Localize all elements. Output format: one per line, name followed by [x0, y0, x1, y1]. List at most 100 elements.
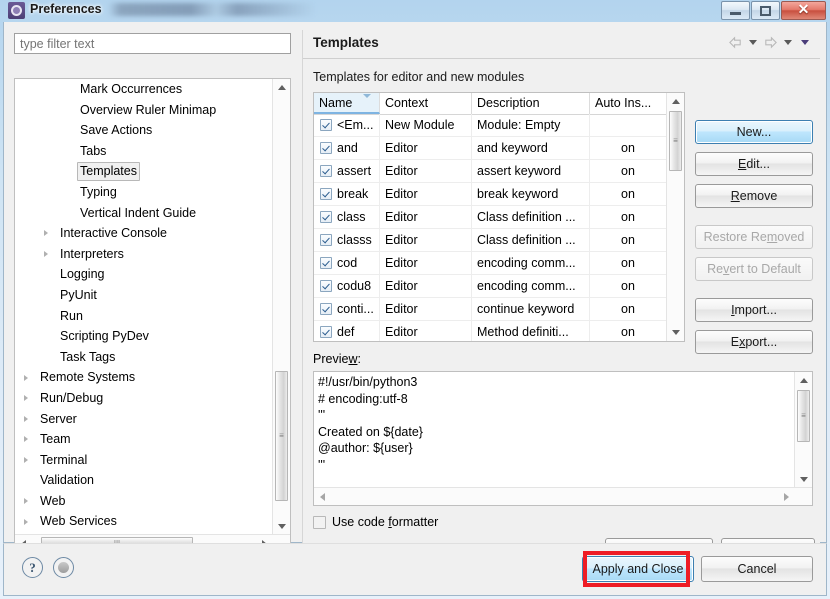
tree-item-templates[interactable]: Templates — [15, 161, 273, 182]
preview-scroll-up-button[interactable] — [795, 372, 812, 389]
cell-text: Editor — [385, 141, 418, 155]
tree-item-label: Remote Systems — [40, 370, 136, 385]
table-vertical-scroll-thumb[interactable]: ≡ — [669, 111, 682, 171]
expand-arrow-icon[interactable] — [19, 367, 33, 388]
row-checkbox[interactable] — [320, 280, 332, 292]
row-checkbox[interactable] — [320, 188, 332, 200]
help-icon[interactable]: ? — [22, 557, 43, 578]
tree-item-web[interactable]: Web — [15, 491, 273, 512]
row-checkbox[interactable] — [320, 303, 332, 315]
tree-item-interactive-console[interactable]: Interactive Console — [15, 223, 273, 244]
tree-item-team[interactable]: Team — [15, 429, 273, 450]
use-code-formatter-checkbox[interactable]: Use code formatter — [313, 515, 438, 529]
minimize-button[interactable] — [721, 1, 750, 20]
tree-item-save-actions[interactable]: Save Actions — [15, 120, 273, 141]
forward-arrow-icon[interactable] — [763, 35, 778, 50]
table-row[interactable]: codu8 Editor encoding comm... on — [314, 275, 667, 298]
forward-dropdown-icon[interactable] — [784, 40, 792, 45]
new-button[interactable]: New... — [695, 120, 813, 144]
table-row[interactable]: class Editor Class definition ... on — [314, 206, 667, 229]
table-scroll-up-button[interactable] — [667, 93, 684, 110]
import-button[interactable]: Import... — [695, 298, 813, 322]
row-checkbox[interactable] — [320, 234, 332, 246]
table-header-description[interactable]: Description — [472, 93, 590, 114]
preview-scroll-left-button[interactable] — [314, 488, 331, 505]
table-row[interactable]: conti... Editor continue keyword on — [314, 298, 667, 321]
expand-arrow-icon[interactable] — [19, 511, 33, 532]
row-checkbox[interactable] — [320, 119, 332, 131]
preview-vertical-scroll-thumb[interactable]: ≡ — [797, 390, 810, 442]
table-header-auto-ins-[interactable]: Auto Ins... — [590, 93, 667, 114]
table-row[interactable]: def Editor Method definiti... on — [314, 321, 667, 341]
tree-item-mark-occurrences[interactable]: Mark Occurrences — [15, 79, 273, 100]
preview-scroll-right-button[interactable] — [778, 488, 795, 505]
checkbox-icon[interactable] — [313, 515, 326, 529]
row-checkbox[interactable] — [320, 165, 332, 177]
tree-item-server[interactable]: Server — [15, 409, 273, 430]
tree-vertical-scroll-thumb[interactable]: ≡ — [275, 371, 288, 501]
table-row[interactable]: <Em... New Module Module: Empty — [314, 114, 667, 137]
tree-item-scripting-pydev[interactable]: Scripting PyDev — [15, 326, 273, 347]
table-row[interactable]: cod Editor encoding comm... on — [314, 252, 667, 275]
templates-table[interactable]: Name Context Description Auto Ins... <Em...… — [313, 92, 685, 342]
table-row[interactable]: break Editor break keyword on — [314, 183, 667, 206]
tree-item-pyunit[interactable]: PyUnit — [15, 285, 273, 306]
expand-arrow-icon[interactable] — [19, 429, 33, 450]
tree-item-terminal[interactable]: Terminal — [15, 450, 273, 471]
status-dot-icon[interactable] — [53, 557, 74, 578]
tree-scroll-up-button[interactable] — [273, 79, 290, 96]
table-cell-auto: on — [590, 137, 667, 159]
row-checkbox[interactable] — [320, 326, 332, 338]
search-input[interactable] — [14, 33, 291, 54]
restore-button[interactable] — [751, 1, 780, 20]
row-checkbox[interactable] — [320, 211, 332, 223]
tree-item-task-tags[interactable]: Task Tags — [15, 347, 273, 368]
tree-item-vertical-indent-guide[interactable]: Vertical Indent Guide — [15, 203, 273, 224]
tree-vertical-scrollbar[interactable]: ≡ — [272, 79, 290, 535]
table-header-context[interactable]: Context — [380, 93, 472, 114]
expand-arrow-icon[interactable] — [39, 223, 53, 244]
button-label: Edit... — [738, 157, 770, 171]
view-menu-icon[interactable] — [801, 40, 809, 45]
tree-scroll-down-button[interactable] — [273, 518, 290, 535]
tree-item-tabs[interactable]: Tabs — [15, 141, 273, 162]
tree-item-validation[interactable]: Validation — [15, 470, 273, 491]
tree-item-typing[interactable]: Typing — [15, 182, 273, 203]
preview-scroll-down-button[interactable] — [795, 471, 812, 488]
close-button[interactable]: ✕ — [781, 1, 826, 20]
table-header-label: Auto Ins... — [595, 96, 652, 110]
back-arrow-icon[interactable] — [728, 35, 743, 50]
expand-arrow-icon[interactable] — [39, 244, 53, 265]
edit-button[interactable]: Edit... — [695, 152, 813, 176]
table-row[interactable]: and Editor and keyword on — [314, 137, 667, 160]
preview-horizontal-scrollbar[interactable] — [314, 487, 812, 505]
expand-arrow-icon[interactable] — [19, 491, 33, 512]
tree-item-logging[interactable]: Logging — [15, 264, 273, 285]
back-dropdown-icon[interactable] — [749, 40, 757, 45]
table-row[interactable]: assert Editor assert keyword on — [314, 160, 667, 183]
expand-arrow-icon[interactable] — [19, 450, 33, 471]
table-row[interactable]: classs Editor Class definition ... on — [314, 229, 667, 252]
tree-item-remote-systems[interactable]: Remote Systems — [15, 367, 273, 388]
remove-button[interactable]: Remove — [695, 184, 813, 208]
dialog-footer: ? Apply and Close Cancel — [3, 543, 827, 596]
tree-item-run[interactable]: Run — [15, 306, 273, 327]
row-checkbox[interactable] — [320, 257, 332, 269]
table-vertical-scrollbar[interactable]: ≡ — [666, 93, 684, 341]
preview-vertical-scrollbar[interactable]: ≡ — [794, 372, 812, 488]
expand-arrow-icon[interactable] — [19, 388, 33, 409]
tree-item-web-services[interactable]: Web Services — [15, 511, 273, 532]
table-cell-context: New Module — [380, 114, 472, 136]
tree-item-interpreters[interactable]: Interpreters — [15, 244, 273, 265]
tree-item-run-debug[interactable]: Run/Debug — [15, 388, 273, 409]
table-header-name[interactable]: Name — [314, 93, 380, 114]
table-scroll-down-button[interactable] — [667, 324, 684, 341]
export-button[interactable]: Export... — [695, 330, 813, 354]
preferences-tree[interactable]: Mark Occurrences Overview Ruler Minimap Sa… — [14, 78, 291, 553]
tree-item-overview-ruler-minimap[interactable]: Overview Ruler Minimap — [15, 100, 273, 121]
expand-arrow-icon[interactable] — [19, 409, 33, 430]
cell-text: on — [621, 187, 635, 201]
cancel-button[interactable]: Cancel — [701, 556, 813, 582]
cell-text: conti... — [337, 302, 374, 316]
row-checkbox[interactable] — [320, 142, 332, 154]
